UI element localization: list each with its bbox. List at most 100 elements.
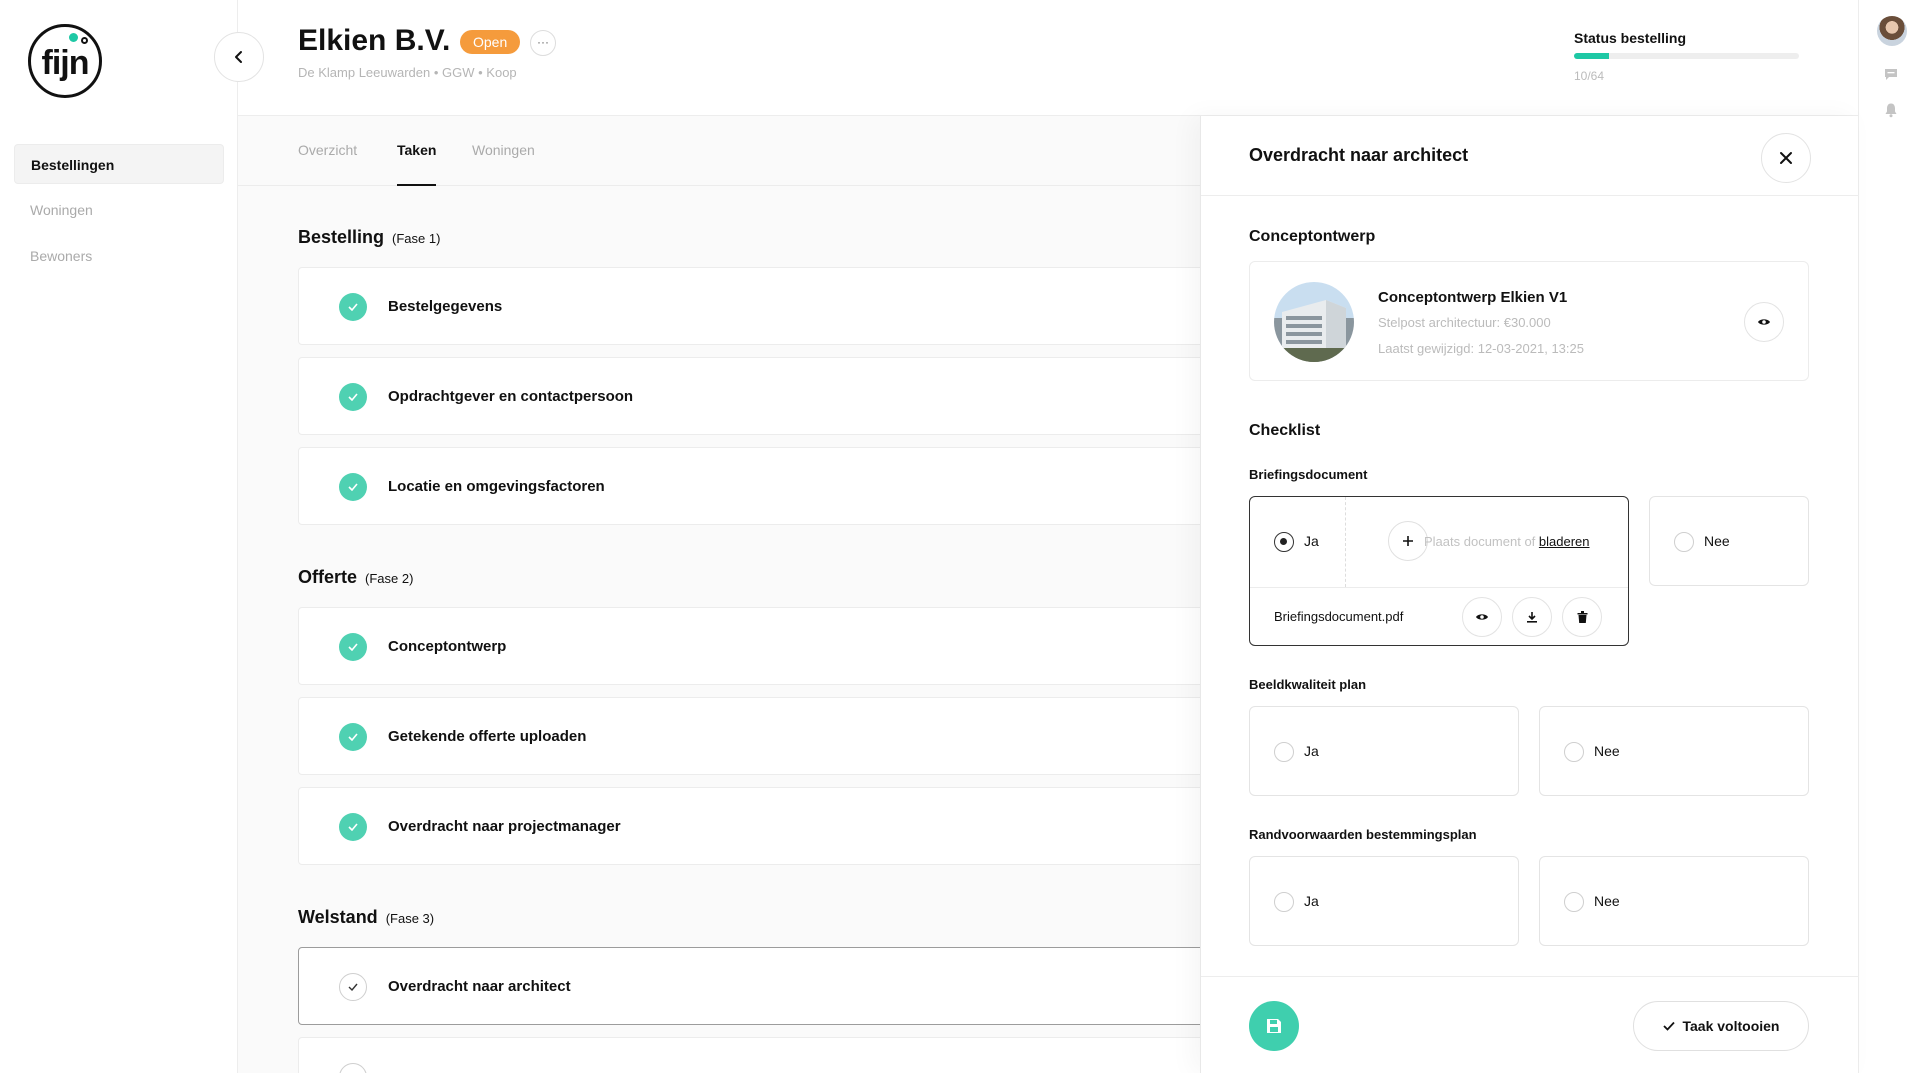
order-status-count: 10/64: [1574, 69, 1605, 83]
beeld-yes-label: Ja: [1304, 743, 1319, 759]
concept-section-title: Conceptontwerp: [1249, 228, 1376, 245]
beeld-no-radio[interactable]: [1564, 742, 1584, 762]
rand-no-label: Nee: [1594, 893, 1620, 909]
back-button[interactable]: [214, 32, 264, 82]
beeld-yes-option[interactable]: Ja: [1249, 706, 1519, 796]
logo[interactable]: fijn: [28, 24, 102, 98]
beeld-no-option[interactable]: Nee: [1539, 706, 1809, 796]
close-icon: [1780, 152, 1792, 164]
task-row[interactable]: [298, 1037, 1200, 1073]
task-row[interactable]: Opdrachtgever en contactpersoon: [298, 357, 1200, 435]
view-concept-button[interactable]: [1744, 302, 1784, 342]
logo-dot-icon: [81, 37, 88, 44]
eye-icon: [1476, 614, 1488, 620]
task-label: Conceptontwerp: [388, 638, 507, 655]
trash-icon: [1577, 611, 1587, 623]
task-row[interactable]: Bestelgegevens: [298, 267, 1200, 345]
briefing-yes-option[interactable]: Ja Plaats document of bladeren Briefings…: [1249, 496, 1629, 646]
briefing-no-radio[interactable]: [1674, 532, 1694, 552]
briefing-no-label: Nee: [1704, 533, 1730, 549]
task-label: Opdrachtgever en contactpersoon: [388, 388, 634, 405]
task-row[interactable]: Conceptontwerp: [298, 607, 1200, 685]
eye-icon: [1758, 319, 1770, 325]
browse-link[interactable]: bladeren: [1539, 534, 1590, 549]
order-status-label: Status bestelling: [1574, 30, 1687, 46]
checklist-title: Checklist: [1249, 422, 1321, 439]
task-label: Bestelgegevens: [388, 298, 503, 315]
save-icon: [1267, 1019, 1281, 1033]
back-chevron-icon: [235, 51, 242, 63]
sidebar-item-bewoners[interactable]: Bewoners: [14, 236, 224, 276]
phase-title: Welstand (Fase 3): [298, 907, 435, 927]
beeld-title: Beeldkwaliteit plan: [1249, 677, 1367, 692]
phase-title: Bestelling (Fase 1): [298, 227, 441, 247]
plus-icon: [1403, 536, 1413, 546]
logo-dot-icon: [69, 33, 78, 42]
view-file-button[interactable]: [1462, 597, 1502, 637]
beeld-no-label: Nee: [1594, 743, 1620, 759]
task-row[interactable]: Getekende offerte uploaden: [298, 697, 1200, 775]
check-icon: [1662, 1021, 1675, 1031]
order-progress-bar: [1574, 53, 1799, 59]
download-file-button[interactable]: [1512, 597, 1552, 637]
page-title: Elkien B.V.: [298, 24, 451, 57]
concept-card-budget: Stelpost architectuur: €30.000: [1378, 315, 1551, 330]
uploaded-file-name: Briefingsdocument.pdf: [1274, 609, 1404, 624]
briefing-yes-label: Ja: [1304, 533, 1319, 549]
task-label: Locatie en omgevingsfactoren: [388, 478, 605, 495]
briefing-no-option[interactable]: Nee: [1649, 496, 1809, 586]
building-thumbnail: [1274, 282, 1354, 362]
rand-title: Randvoorwaarden bestemmingsplan: [1249, 827, 1477, 842]
drawer-footer: Taak voltooien: [1201, 976, 1859, 1073]
beeld-yes-radio[interactable]: [1274, 742, 1294, 762]
check-icon: [339, 973, 367, 1001]
sidebar-nav: Bestellingen Woningen Bewoners: [14, 144, 224, 282]
rand-no-radio[interactable]: [1564, 892, 1584, 912]
save-button[interactable]: [1249, 1001, 1299, 1051]
status-badge: Open: [460, 30, 521, 54]
rand-yes-radio[interactable]: [1274, 892, 1294, 912]
page-header: Elkien B.V. Open ··· De Klamp Leeuwarden…: [238, 0, 1858, 116]
bell-icon[interactable]: [1881, 100, 1901, 120]
more-options-button[interactable]: ···: [530, 30, 556, 56]
message-icon[interactable]: [1881, 64, 1901, 84]
complete-task-label: Taak voltooien: [1682, 1018, 1780, 1034]
check-icon: [339, 723, 367, 751]
tab-woningen[interactable]: Woningen: [472, 142, 535, 186]
task-row[interactable]: Locatie en omgevingsfactoren: [298, 447, 1200, 525]
briefing-yes-radio[interactable]: [1274, 532, 1294, 552]
tab-overzicht[interactable]: Overzicht: [298, 142, 357, 186]
task-drawer: Overdracht naar architect Conceptontwerp…: [1200, 116, 1859, 1073]
drop-zone-text: Plaats document of bladeren: [1424, 534, 1590, 549]
tab-bar: Overzicht Taken Woningen: [238, 116, 1200, 186]
rand-yes-option[interactable]: Ja: [1249, 856, 1519, 946]
upload-button[interactable]: [1388, 521, 1428, 561]
check-icon: [339, 473, 367, 501]
phase-title: Offerte (Fase 2): [298, 567, 414, 587]
tab-taken[interactable]: Taken: [397, 142, 437, 186]
concept-card: Conceptontwerp Elkien V1 Stelpost archit…: [1249, 261, 1809, 381]
avatar[interactable]: [1877, 16, 1907, 46]
concept-card-title: Conceptontwerp Elkien V1: [1378, 289, 1568, 306]
briefing-title: Briefingsdocument: [1249, 467, 1368, 482]
task-label: Overdracht naar projectmanager: [388, 818, 621, 835]
check-icon: [339, 633, 367, 661]
task-row[interactable]: Overdracht naar projectmanager: [298, 787, 1200, 865]
delete-file-button[interactable]: [1562, 597, 1602, 637]
sidebar-item-woningen[interactable]: Woningen: [14, 190, 224, 230]
drawer-header: Overdracht naar architect: [1201, 116, 1859, 196]
right-rail: [1858, 0, 1920, 1073]
order-progress-fill: [1574, 53, 1610, 59]
sidebar-item-bestellingen[interactable]: Bestellingen: [14, 144, 224, 184]
rand-no-option[interactable]: Nee: [1539, 856, 1809, 946]
concept-card-modified: Laatst gewijzigd: 12-03-2021, 13:25: [1378, 341, 1584, 356]
check-icon: [339, 813, 367, 841]
task-label: Getekende offerte uploaden: [388, 728, 587, 745]
close-button[interactable]: [1761, 133, 1811, 183]
task-label: Overdracht naar architect: [388, 978, 571, 995]
sidebar: fijn Bestellingen Woningen Bewoners: [0, 0, 238, 1073]
task-row[interactable]: Overdracht naar architect: [298, 947, 1200, 1025]
check-icon: [339, 383, 367, 411]
drawer-title: Overdracht naar architect: [1249, 145, 1469, 165]
complete-task-button[interactable]: Taak voltooien: [1633, 1001, 1809, 1051]
